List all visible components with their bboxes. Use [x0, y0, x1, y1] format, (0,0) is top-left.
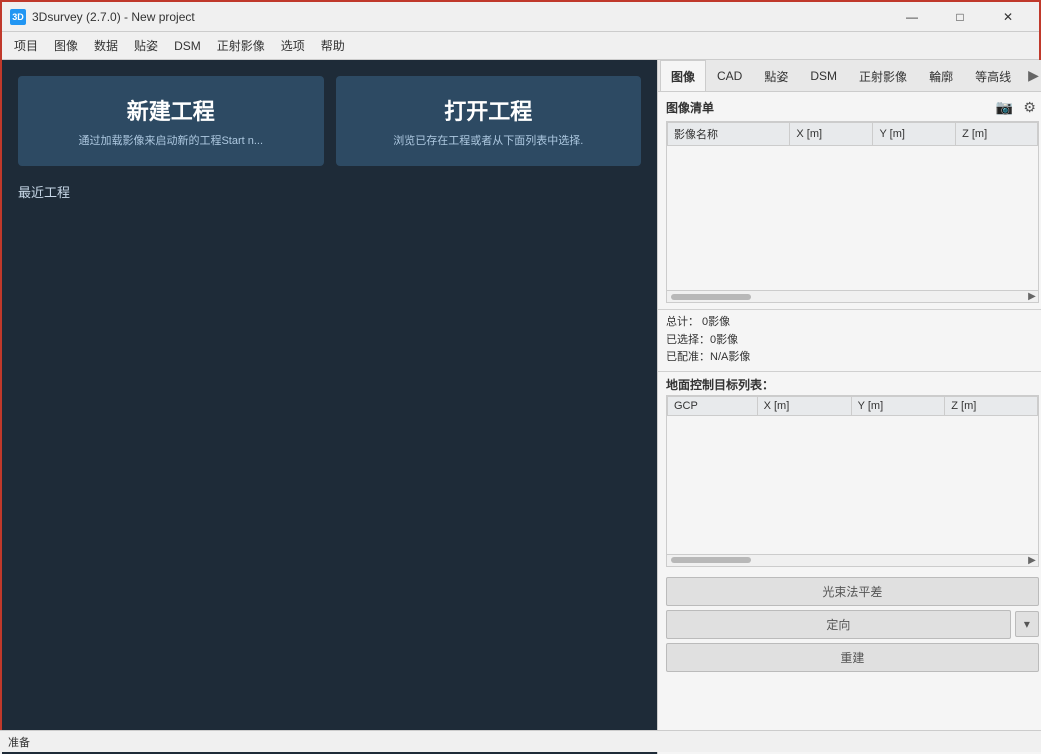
images-title: 图像清单	[666, 99, 714, 116]
tab-ortho[interactable]: 正射影像	[848, 60, 918, 92]
open-project-button[interactable]: 打开工程 浏览已存在工程或者从下面列表中选择.	[336, 76, 642, 166]
status-text: 准备	[8, 734, 30, 750]
menu-item-paste[interactable]: 贴姿	[126, 33, 166, 58]
maximize-button[interactable]: □	[937, 2, 983, 32]
window-title: 3Dsurvey (2.7.0) - New project	[32, 10, 889, 24]
col-image-name: 影像名称	[668, 123, 790, 146]
menu-item-image[interactable]: 图像	[46, 33, 86, 58]
images-scroll-right[interactable]: ▶	[1028, 291, 1036, 302]
gcp-scroll-thumb	[671, 557, 751, 563]
orient-row: 定向 ▾	[666, 610, 1039, 639]
tab-pose[interactable]: 點姿	[753, 60, 799, 92]
col-z-m: Z [m]	[956, 123, 1038, 146]
col-gcp: GCP	[668, 396, 758, 415]
left-panel: 新建工程 通过加载影像来启动新的工程Start n... 打开工程 浏览已存在工…	[2, 60, 657, 754]
right-panel: 图像 CAD 點姿 DSM 正射影像 輪廓 等高线 ▶ 图像清单 📷 ⚙	[657, 60, 1041, 754]
rebuild-button[interactable]: 重建	[666, 643, 1039, 672]
images-header: 图像清单 📷 ⚙	[666, 98, 1039, 117]
tab-contour[interactable]: 等高线	[964, 60, 1022, 92]
new-project-desc: 通过加载影像来启动新的工程Start n...	[30, 132, 312, 148]
menu-item-options[interactable]: 选项	[273, 33, 313, 58]
app-icon: 3D	[10, 9, 26, 25]
menu-item-data[interactable]: 数据	[86, 33, 126, 58]
orient-dropdown-arrow[interactable]: ▾	[1015, 611, 1039, 637]
project-buttons: 新建工程 通过加载影像来启动新的工程Start n... 打开工程 浏览已存在工…	[18, 76, 641, 166]
images-scroll-thumb	[671, 294, 751, 300]
menu-bar: 项目 图像 数据 贴姿 DSM 正射影像 选项 帮助	[2, 32, 1039, 60]
recent-label: 最近工程	[18, 182, 641, 201]
col-y-m: Y [m]	[873, 123, 956, 146]
open-project-desc: 浏览已存在工程或者从下面列表中选择.	[348, 132, 630, 148]
close-button[interactable]: ✕	[985, 2, 1031, 32]
stat-selected: 已选择：0影像	[666, 332, 1039, 350]
gcp-scrollbar[interactable]: ▶	[666, 555, 1039, 567]
menu-item-dsm[interactable]: DSM	[166, 35, 209, 57]
open-project-title: 打开工程	[348, 94, 630, 126]
menu-item-ortho[interactable]: 正射影像	[209, 33, 273, 58]
window-controls: — □ ✕	[889, 2, 1031, 32]
camera-icon[interactable]: 📷	[993, 98, 1016, 117]
tab-outline[interactable]: 輪廓	[918, 60, 964, 92]
bottom-buttons: 光束法平差 定向 ▾ 重建	[658, 571, 1041, 678]
gcp-scroll-right[interactable]: ▶	[1028, 555, 1036, 566]
title-bar: 3D 3Dsurvey (2.7.0) - New project — □ ✕	[2, 2, 1039, 32]
settings-icon[interactable]: ⚙	[1020, 98, 1039, 117]
tabs-arrow[interactable]: ▶	[1022, 63, 1041, 88]
col-gcp-y: Y [m]	[851, 396, 945, 415]
tab-dsm[interactable]: DSM	[799, 60, 848, 92]
bundle-adjustment-button[interactable]: 光束法平差	[666, 577, 1039, 606]
col-x-m: X [m]	[790, 123, 873, 146]
menu-item-help[interactable]: 帮助	[313, 33, 353, 58]
tab-cad[interactable]: CAD	[706, 60, 753, 92]
main-layout: 新建工程 通过加载影像来启动新的工程Start n... 打开工程 浏览已存在工…	[2, 60, 1039, 754]
new-project-title: 新建工程	[30, 94, 312, 126]
stat-calibrated: 已配准：N/A影像	[666, 349, 1039, 367]
images-section: 图像清单 📷 ⚙ 影像名称 X [m] Y [m] Z [m]	[658, 92, 1041, 310]
images-scrollbar[interactable]: ▶	[666, 291, 1039, 303]
gcp-label: 地面控制目标列表：	[658, 372, 1041, 395]
col-gcp-x: X [m]	[757, 396, 851, 415]
gcp-section: GCP X [m] Y [m] Z [m] ▶	[658, 395, 1041, 571]
images-icons: 📷 ⚙	[993, 98, 1039, 117]
tabs-row: 图像 CAD 點姿 DSM 正射影像 輪廓 等高线 ▶	[658, 60, 1041, 92]
gcp-table: GCP X [m] Y [m] Z [m]	[667, 396, 1038, 416]
new-project-button[interactable]: 新建工程 通过加载影像来启动新的工程Start n...	[18, 76, 324, 166]
col-gcp-z: Z [m]	[945, 396, 1038, 415]
menu-item-project[interactable]: 项目	[6, 33, 46, 58]
orient-button[interactable]: 定向	[666, 610, 1011, 639]
stats-section: 总计： 0影像 已选择：0影像 已配准：N/A影像	[658, 310, 1041, 372]
gcp-table-wrapper[interactable]: GCP X [m] Y [m] Z [m]	[666, 395, 1039, 555]
tab-images[interactable]: 图像	[660, 60, 706, 92]
images-table-wrapper[interactable]: 影像名称 X [m] Y [m] Z [m]	[666, 121, 1039, 291]
minimize-button[interactable]: —	[889, 2, 935, 32]
stat-total: 总计： 0影像	[666, 314, 1039, 332]
images-table: 影像名称 X [m] Y [m] Z [m]	[667, 122, 1038, 146]
status-bar: 准备	[0, 730, 1041, 752]
